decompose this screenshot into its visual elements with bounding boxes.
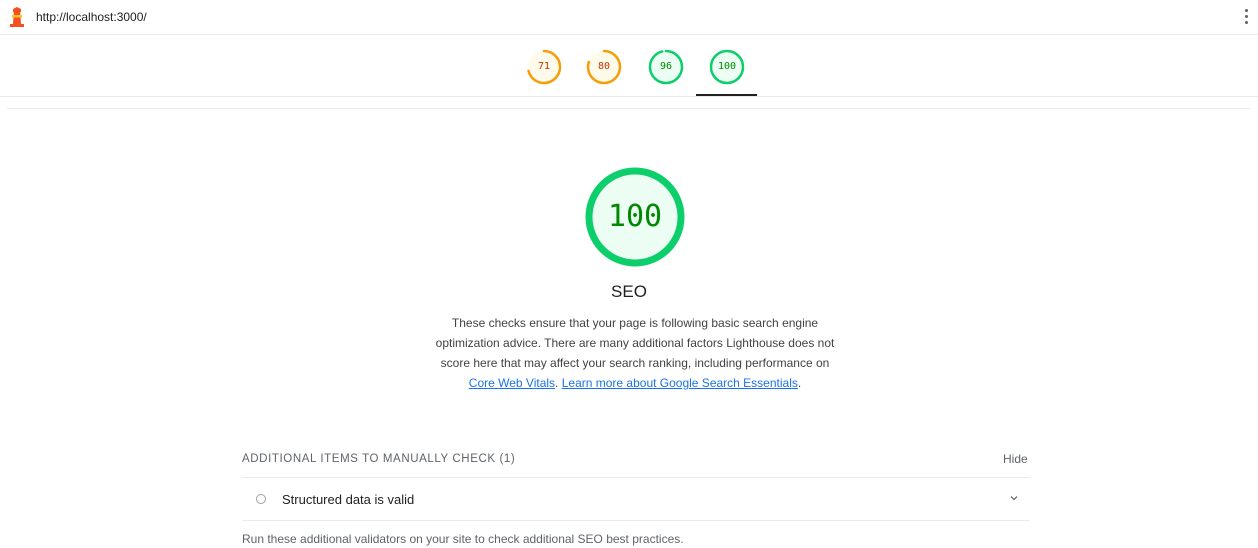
divider — [242, 520, 1030, 521]
score-value: 80 — [597, 61, 611, 72]
score-value: 100 — [717, 61, 737, 72]
hide-button[interactable]: Hide — [1003, 452, 1028, 466]
divider — [7, 108, 1251, 109]
score-tab-best-practices[interactable]: 96 — [647, 48, 685, 86]
score-tabs: 71 80 96 100 — [0, 35, 1258, 97]
audit-title: Structured data is valid — [282, 492, 415, 507]
category-title: SEO — [611, 282, 647, 301]
lighthouse-logo-icon — [8, 7, 26, 27]
score-tab-accessibility[interactable]: 80 — [585, 48, 623, 86]
audit-row-structured-data[interactable]: Structured data is valid — [242, 478, 1030, 520]
manual-checks-note: Run these additional validators on your … — [242, 532, 684, 546]
page-url: http://localhost:3000/ — [36, 10, 147, 24]
description-end: . — [797, 376, 802, 390]
description-text: These checks ensure that your page is fo… — [435, 316, 835, 370]
active-tab-indicator — [696, 94, 757, 96]
manual-checks-heading: ADDITIONAL ITEMS TO MANUALLY CHECK (1) — [242, 453, 516, 465]
core-web-vitals-link[interactable]: Core Web Vitals — [469, 376, 555, 390]
more-options-icon[interactable] — [1240, 6, 1252, 28]
score-tab-performance[interactable]: 71 — [525, 48, 563, 86]
chevron-down-icon[interactable] — [1008, 492, 1020, 504]
learn-more-link[interactable]: Learn more about Google Search Essential… — [562, 376, 798, 390]
description-separator: . — [555, 376, 562, 390]
score-tab-seo[interactable]: 100 — [708, 48, 746, 86]
top-bar: http://localhost:3000/ — [0, 0, 1258, 35]
score-value: 71 — [537, 61, 551, 72]
score-value: 96 — [659, 61, 673, 72]
category-score-value: 100 — [607, 199, 663, 234]
category-description: These checks ensure that your page is fo… — [429, 313, 841, 393]
manual-audit-circle-icon — [256, 494, 266, 504]
category-score-gauge: 100 — [584, 166, 686, 268]
